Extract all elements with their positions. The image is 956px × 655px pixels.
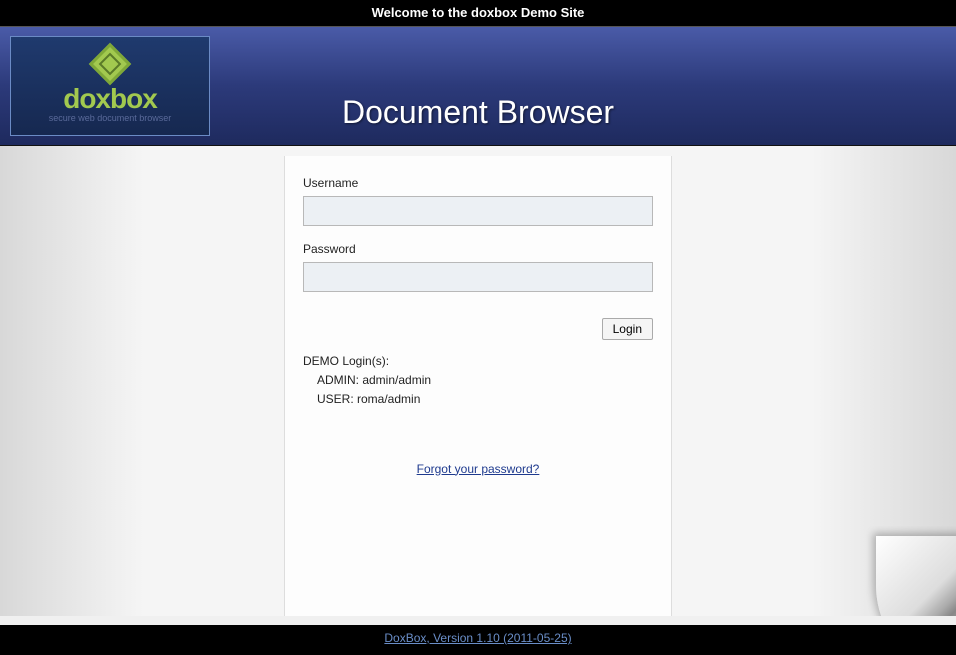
content-area: Username Password Login DEMO Login(s): A… (0, 146, 956, 616)
header: doxbox secure web document browser Docum… (0, 26, 956, 146)
password-label: Password (303, 242, 653, 256)
login-panel: Username Password Login DEMO Login(s): A… (284, 156, 672, 616)
version-link[interactable]: DoxBox, Version 1.10 (2011-05-25) (384, 631, 571, 645)
password-input[interactable] (303, 262, 653, 292)
forgot-password-row: Forgot your password? (303, 460, 653, 478)
logo[interactable]: doxbox secure web document browser (10, 36, 210, 136)
demo-heading: DEMO Login(s): (303, 352, 653, 371)
demo-user-credentials: USER: roma/admin (303, 390, 653, 409)
username-input[interactable] (303, 196, 653, 226)
login-button[interactable]: Login (602, 318, 653, 340)
demo-info: DEMO Login(s): ADMIN: admin/admin USER: … (303, 352, 653, 410)
logo-tagline: secure web document browser (49, 113, 172, 123)
top-bar: Welcome to the doxbox Demo Site (0, 0, 956, 26)
demo-admin-credentials: ADMIN: admin/admin (303, 371, 653, 390)
page-curl-decoration (846, 526, 956, 616)
logo-diamond-icon (89, 43, 131, 85)
login-button-row: Login (303, 318, 653, 340)
welcome-text: Welcome to the doxbox Demo Site (372, 5, 585, 20)
forgot-password-link[interactable]: Forgot your password? (417, 462, 540, 476)
username-label: Username (303, 176, 653, 190)
page-title: Document Browser (342, 94, 614, 131)
footer: DoxBox, Version 1.10 (2011-05-25) (0, 625, 956, 655)
logo-name: doxbox (63, 83, 157, 115)
